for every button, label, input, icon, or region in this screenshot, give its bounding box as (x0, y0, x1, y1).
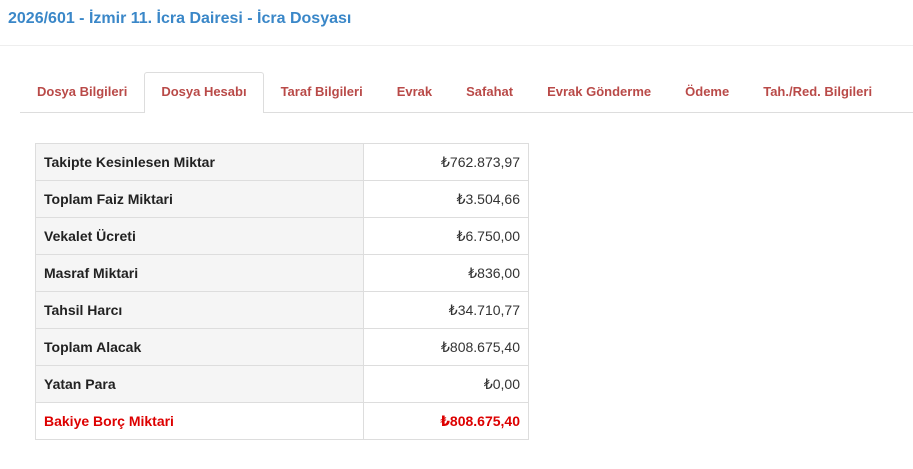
tab-tah-red-bilgileri[interactable]: Tah./Red. Bilgileri (746, 72, 889, 112)
row-label: Takipte Kesinlesen Miktar (34, 143, 365, 181)
tab-dosya-hesabi[interactable]: Dosya Hesabı (144, 72, 264, 113)
row-label: Masraf Miktari (34, 254, 365, 292)
table-row: Takipte Kesinlesen Miktar ₺762.873,97 (34, 143, 529, 181)
page-header: 2026/601 - İzmir 11. İcra Dairesi - İcra… (0, 0, 913, 46)
tab-evrak-gonderme[interactable]: Evrak Gönderme (530, 72, 668, 112)
table-row: Yatan Para ₺0,00 (34, 365, 529, 403)
row-label: Yatan Para (34, 365, 365, 403)
row-label: Toplam Alacak (34, 328, 365, 366)
page-title: 2026/601 - İzmir 11. İcra Dairesi - İcra… (8, 10, 352, 27)
row-value: ₺0,00 (363, 365, 529, 403)
tab-bar: Dosya Bilgileri Dosya Hesabı Taraf Bilgi… (20, 72, 913, 113)
row-label: Tahsil Harcı (34, 291, 365, 329)
row-label: Toplam Faiz Miktari (34, 180, 365, 218)
tab-taraf-bilgileri[interactable]: Taraf Bilgileri (264, 72, 380, 112)
table-row: Toplam Alacak ₺808.675,40 (34, 328, 529, 366)
row-value: ₺34.710,77 (363, 291, 529, 329)
total-label: Bakiye Borç Miktari (34, 402, 365, 440)
row-label: Vekalet Ücreti (34, 217, 365, 255)
table-row: Toplam Faiz Miktari ₺3.504,66 (34, 180, 529, 218)
row-value: ₺836,00 (363, 254, 529, 292)
tab-safahat[interactable]: Safahat (449, 72, 530, 112)
tab-dosya-bilgileri[interactable]: Dosya Bilgileri (20, 72, 144, 112)
row-value: ₺762.873,97 (363, 143, 529, 181)
row-value: ₺3.504,66 (363, 180, 529, 218)
row-value: ₺808.675,40 (363, 328, 529, 366)
row-value: ₺6.750,00 (363, 217, 529, 255)
table-row: Masraf Miktari ₺836,00 (34, 254, 529, 292)
table-row: Vekalet Ücreti ₺6.750,00 (34, 217, 529, 255)
table-row: Tahsil Harcı ₺34.710,77 (34, 291, 529, 329)
tab-evrak[interactable]: Evrak (380, 72, 449, 112)
account-summary-table: Takipte Kesinlesen Miktar ₺762.873,97 To… (34, 143, 529, 440)
total-value: ₺808.675,40 (363, 402, 529, 440)
tab-odeme[interactable]: Ödeme (668, 72, 746, 112)
table-row-total: Bakiye Borç Miktari ₺808.675,40 (34, 402, 529, 440)
